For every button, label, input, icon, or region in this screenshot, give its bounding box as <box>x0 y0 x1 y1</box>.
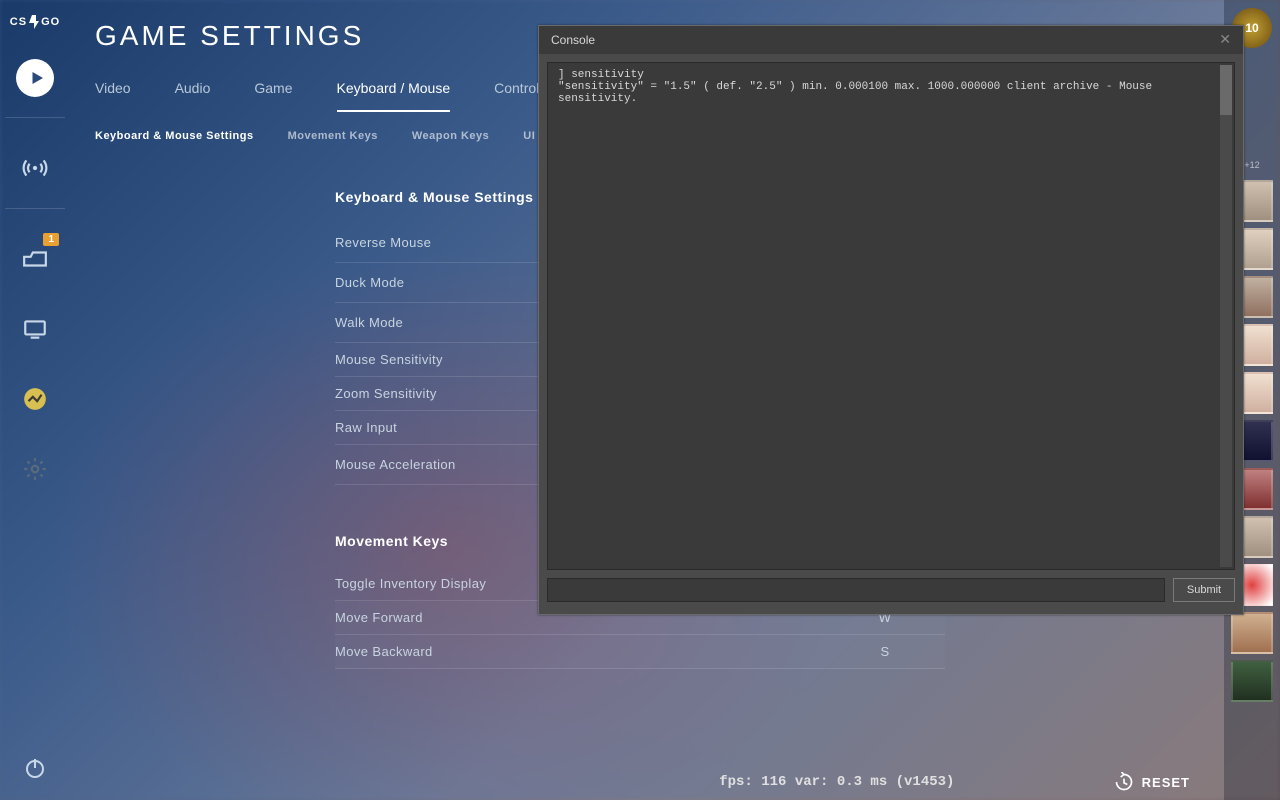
history-icon <box>1114 772 1134 792</box>
tab-keyboard-mouse[interactable]: Keyboard / Mouse <box>337 80 451 112</box>
settings-icon[interactable] <box>15 449 55 489</box>
console-line: ] sensitivity <box>558 69 1224 81</box>
console-line: "sensitivity" = "1.5" ( def. "2.5" ) min… <box>558 81 1224 105</box>
power-icon[interactable] <box>0 756 70 780</box>
setting-move-backward[interactable]: Move Backward S <box>335 635 945 669</box>
stats-icon[interactable] <box>15 379 55 419</box>
play-button[interactable] <box>16 59 54 97</box>
subtab-weapon[interactable]: Weapon Keys <box>412 130 489 142</box>
subtab-movement[interactable]: Movement Keys <box>288 130 378 142</box>
inventory-icon[interactable]: 1 <box>15 239 55 279</box>
console-output[interactable]: ] sensitivity "sensitivity" = "1.5" ( de… <box>547 62 1235 570</box>
subtab-km-settings[interactable]: Keyboard & Mouse Settings <box>95 130 254 142</box>
console-submit-button[interactable]: Submit <box>1173 578 1235 602</box>
fps-counter: fps: 116 var: 0.3 ms (v1453) <box>719 774 954 790</box>
watch-icon[interactable] <box>15 309 55 349</box>
broadcast-icon[interactable] <box>15 148 55 188</box>
friend-avatar[interactable] <box>1231 660 1273 702</box>
inventory-badge: 1 <box>43 233 59 246</box>
reset-button[interactable]: RESET <box>1114 772 1190 792</box>
friend-avatar[interactable] <box>1231 612 1273 654</box>
tab-video[interactable]: Video <box>95 80 131 112</box>
console-title: Console <box>551 33 595 47</box>
console-close-icon[interactable]: ✕ <box>1219 33 1231 47</box>
developer-console: Console ✕ ] sensitivity "sensitivity" = … <box>538 25 1244 615</box>
game-logo: CSGO <box>10 15 60 29</box>
tab-audio[interactable]: Audio <box>175 80 211 112</box>
console-input[interactable] <box>547 578 1165 602</box>
console-scrollbar[interactable] <box>1220 65 1232 567</box>
tab-game[interactable]: Game <box>254 80 292 112</box>
online-count: +12 <box>1244 160 1259 170</box>
